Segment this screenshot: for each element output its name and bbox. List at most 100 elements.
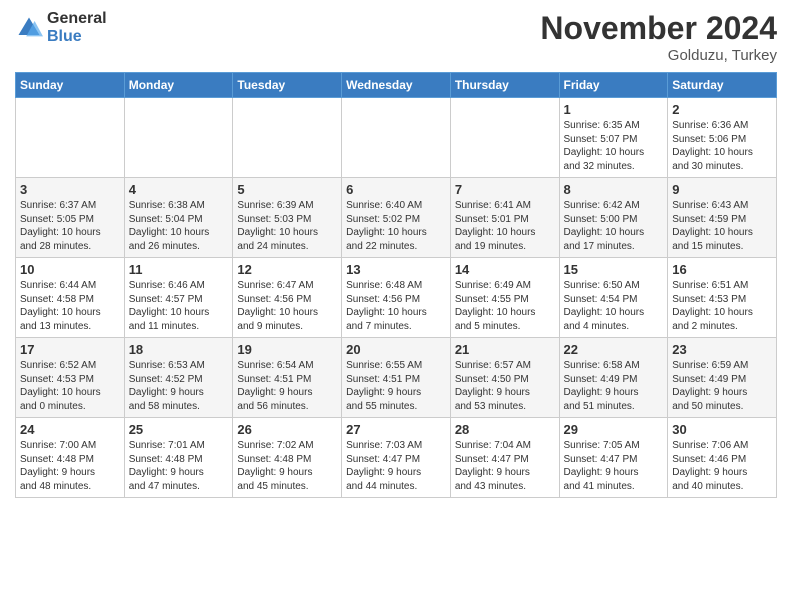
calendar-cell: 8Sunrise: 6:42 AM Sunset: 5:00 PM Daylig… bbox=[559, 178, 668, 258]
day-info: Sunrise: 7:00 AM Sunset: 4:48 PM Dayligh… bbox=[20, 439, 120, 493]
day-info: Sunrise: 6:48 AM Sunset: 4:56 PM Dayligh… bbox=[346, 279, 446, 333]
calendar-cell bbox=[124, 98, 233, 178]
day-info: Sunrise: 6:43 AM Sunset: 4:59 PM Dayligh… bbox=[672, 199, 772, 253]
calendar-cell: 20Sunrise: 6:55 AM Sunset: 4:51 PM Dayli… bbox=[342, 338, 451, 418]
day-number: 6 bbox=[346, 182, 446, 197]
day-number: 11 bbox=[129, 262, 229, 277]
logo-text: General Blue bbox=[47, 10, 107, 45]
day-number: 30 bbox=[672, 422, 772, 437]
day-info: Sunrise: 6:52 AM Sunset: 4:53 PM Dayligh… bbox=[20, 359, 120, 413]
day-number: 16 bbox=[672, 262, 772, 277]
day-number: 24 bbox=[20, 422, 120, 437]
day-number: 5 bbox=[237, 182, 337, 197]
day-number: 8 bbox=[564, 182, 664, 197]
day-number: 9 bbox=[672, 182, 772, 197]
col-friday: Friday bbox=[559, 73, 668, 98]
day-info: Sunrise: 6:35 AM Sunset: 5:07 PM Dayligh… bbox=[564, 119, 664, 173]
logo-general: General bbox=[47, 10, 107, 28]
calendar-cell: 10Sunrise: 6:44 AM Sunset: 4:58 PM Dayli… bbox=[16, 258, 125, 338]
day-number: 28 bbox=[455, 422, 555, 437]
calendar-cell: 21 Sunrise: 6:57 AM Sunset: 4:50 PM Dayli… bbox=[450, 338, 559, 418]
day-number: 29 bbox=[564, 422, 664, 437]
day-info: Sunrise: 6:39 AM Sunset: 5:03 PM Dayligh… bbox=[237, 199, 337, 253]
calendar-week-2: 10Sunrise: 6:44 AM Sunset: 4:58 PM Dayli… bbox=[16, 258, 777, 338]
day-number: 10 bbox=[20, 262, 120, 277]
day-info: Sunrise: 7:03 AM Sunset: 4:47 PM Dayligh… bbox=[346, 439, 446, 493]
day-info: Sunrise: 6:57 AM Sunset: 4:50 PM Dayligh… bbox=[455, 359, 555, 413]
calendar-cell: 11Sunrise: 6:46 AM Sunset: 4:57 PM Dayli… bbox=[124, 258, 233, 338]
day-info: Sunrise: 6:49 AM Sunset: 4:55 PM Dayligh… bbox=[455, 279, 555, 333]
day-number: 4 bbox=[129, 182, 229, 197]
day-number: 18 bbox=[129, 342, 229, 357]
day-info: Sunrise: 6:59 AM Sunset: 4:49 PM Dayligh… bbox=[672, 359, 772, 413]
day-info: Sunrise: 7:02 AM Sunset: 4:48 PM Dayligh… bbox=[237, 439, 337, 493]
calendar-cell bbox=[16, 98, 125, 178]
calendar-cell: 22Sunrise: 6:58 AM Sunset: 4:49 PM Dayli… bbox=[559, 338, 668, 418]
day-info: Sunrise: 6:53 AM Sunset: 4:52 PM Dayligh… bbox=[129, 359, 229, 413]
logo-blue: Blue bbox=[47, 28, 107, 46]
header-row: Sunday Monday Tuesday Wednesday Thursday… bbox=[16, 73, 777, 98]
day-number: 25 bbox=[129, 422, 229, 437]
day-info: Sunrise: 6:38 AM Sunset: 5:04 PM Dayligh… bbox=[129, 199, 229, 253]
calendar-cell: 29 Sunrise: 7:05 AM Sunset: 4:47 PM Dayli… bbox=[559, 418, 668, 498]
day-number: 2 bbox=[672, 102, 772, 117]
day-number: 15 bbox=[564, 262, 664, 277]
calendar-cell: 6 Sunrise: 6:40 AM Sunset: 5:02 PM Daylig… bbox=[342, 178, 451, 258]
logo-icon bbox=[15, 14, 43, 42]
day-info: Sunrise: 7:05 AM Sunset: 4:47 PM Dayligh… bbox=[564, 439, 664, 493]
col-wednesday: Wednesday bbox=[342, 73, 451, 98]
day-info: Sunrise: 6:40 AM Sunset: 5:02 PM Dayligh… bbox=[346, 199, 446, 253]
col-thursday: Thursday bbox=[450, 73, 559, 98]
calendar-cell: 13 Sunrise: 6:48 AM Sunset: 4:56 PM Dayli… bbox=[342, 258, 451, 338]
calendar-cell: 18 Sunrise: 6:53 AM Sunset: 4:52 PM Dayli… bbox=[124, 338, 233, 418]
calendar-week-1: 3Sunrise: 6:37 AM Sunset: 5:05 PM Daylig… bbox=[16, 178, 777, 258]
calendar-cell: 25Sunrise: 7:01 AM Sunset: 4:48 PM Dayli… bbox=[124, 418, 233, 498]
calendar-cell: 23 Sunrise: 6:59 AM Sunset: 4:49 PM Dayli… bbox=[668, 338, 777, 418]
day-info: Sunrise: 6:36 AM Sunset: 5:06 PM Dayligh… bbox=[672, 119, 772, 173]
calendar-week-4: 24 Sunrise: 7:00 AM Sunset: 4:48 PM Dayli… bbox=[16, 418, 777, 498]
calendar-cell: 12Sunrise: 6:47 AM Sunset: 4:56 PM Dayli… bbox=[233, 258, 342, 338]
day-number: 1 bbox=[564, 102, 664, 117]
day-number: 17 bbox=[20, 342, 120, 357]
day-number: 23 bbox=[672, 342, 772, 357]
day-info: Sunrise: 6:50 AM Sunset: 4:54 PM Dayligh… bbox=[564, 279, 664, 333]
day-info: Sunrise: 6:51 AM Sunset: 4:53 PM Dayligh… bbox=[672, 279, 772, 333]
calendar-cell: 28 Sunrise: 7:04 AM Sunset: 4:47 PM Dayli… bbox=[450, 418, 559, 498]
calendar-cell: 16 Sunrise: 6:51 AM Sunset: 4:53 PM Dayli… bbox=[668, 258, 777, 338]
calendar-week-0: 1 Sunrise: 6:35 AM Sunset: 5:07 PM Daylig… bbox=[16, 98, 777, 178]
month-title: November 2024 bbox=[540, 10, 777, 47]
day-number: 14 bbox=[455, 262, 555, 277]
calendar-cell: 15 Sunrise: 6:50 AM Sunset: 4:54 PM Dayli… bbox=[559, 258, 668, 338]
col-tuesday: Tuesday bbox=[233, 73, 342, 98]
day-number: 3 bbox=[20, 182, 120, 197]
day-info: Sunrise: 6:47 AM Sunset: 4:56 PM Dayligh… bbox=[237, 279, 337, 333]
day-number: 22 bbox=[564, 342, 664, 357]
calendar-week-3: 17 Sunrise: 6:52 AM Sunset: 4:53 PM Dayli… bbox=[16, 338, 777, 418]
day-info: Sunrise: 6:55 AM Sunset: 4:51 PM Dayligh… bbox=[346, 359, 446, 413]
calendar-cell bbox=[342, 98, 451, 178]
col-saturday: Saturday bbox=[668, 73, 777, 98]
title-block: November 2024 Golduzu, Turkey bbox=[540, 10, 777, 64]
col-monday: Monday bbox=[124, 73, 233, 98]
calendar-cell bbox=[450, 98, 559, 178]
day-info: Sunrise: 7:06 AM Sunset: 4:46 PM Dayligh… bbox=[672, 439, 772, 493]
day-number: 13 bbox=[346, 262, 446, 277]
calendar-table: Sunday Monday Tuesday Wednesday Thursday… bbox=[15, 72, 777, 498]
calendar-cell: 1 Sunrise: 6:35 AM Sunset: 5:07 PM Daylig… bbox=[559, 98, 668, 178]
page-container: General Blue November 2024 Golduzu, Turk… bbox=[0, 0, 792, 508]
calendar-cell: 14 Sunrise: 6:49 AM Sunset: 4:55 PM Dayli… bbox=[450, 258, 559, 338]
location: Golduzu, Turkey bbox=[540, 47, 777, 64]
calendar-cell: 9 Sunrise: 6:43 AM Sunset: 4:59 PM Daylig… bbox=[668, 178, 777, 258]
day-info: Sunrise: 6:54 AM Sunset: 4:51 PM Dayligh… bbox=[237, 359, 337, 413]
col-sunday: Sunday bbox=[16, 73, 125, 98]
calendar-cell: 27Sunrise: 7:03 AM Sunset: 4:47 PM Dayli… bbox=[342, 418, 451, 498]
day-info: Sunrise: 6:41 AM Sunset: 5:01 PM Dayligh… bbox=[455, 199, 555, 253]
day-number: 21 bbox=[455, 342, 555, 357]
calendar-cell: 24 Sunrise: 7:00 AM Sunset: 4:48 PM Dayli… bbox=[16, 418, 125, 498]
calendar-cell: 30 Sunrise: 7:06 AM Sunset: 4:46 PM Dayli… bbox=[668, 418, 777, 498]
calendar-cell bbox=[233, 98, 342, 178]
day-info: Sunrise: 7:04 AM Sunset: 4:47 PM Dayligh… bbox=[455, 439, 555, 493]
calendar-cell: 5 Sunrise: 6:39 AM Sunset: 5:03 PM Daylig… bbox=[233, 178, 342, 258]
calendar-cell: 4 Sunrise: 6:38 AM Sunset: 5:04 PM Daylig… bbox=[124, 178, 233, 258]
calendar-cell: 7Sunrise: 6:41 AM Sunset: 5:01 PM Daylig… bbox=[450, 178, 559, 258]
